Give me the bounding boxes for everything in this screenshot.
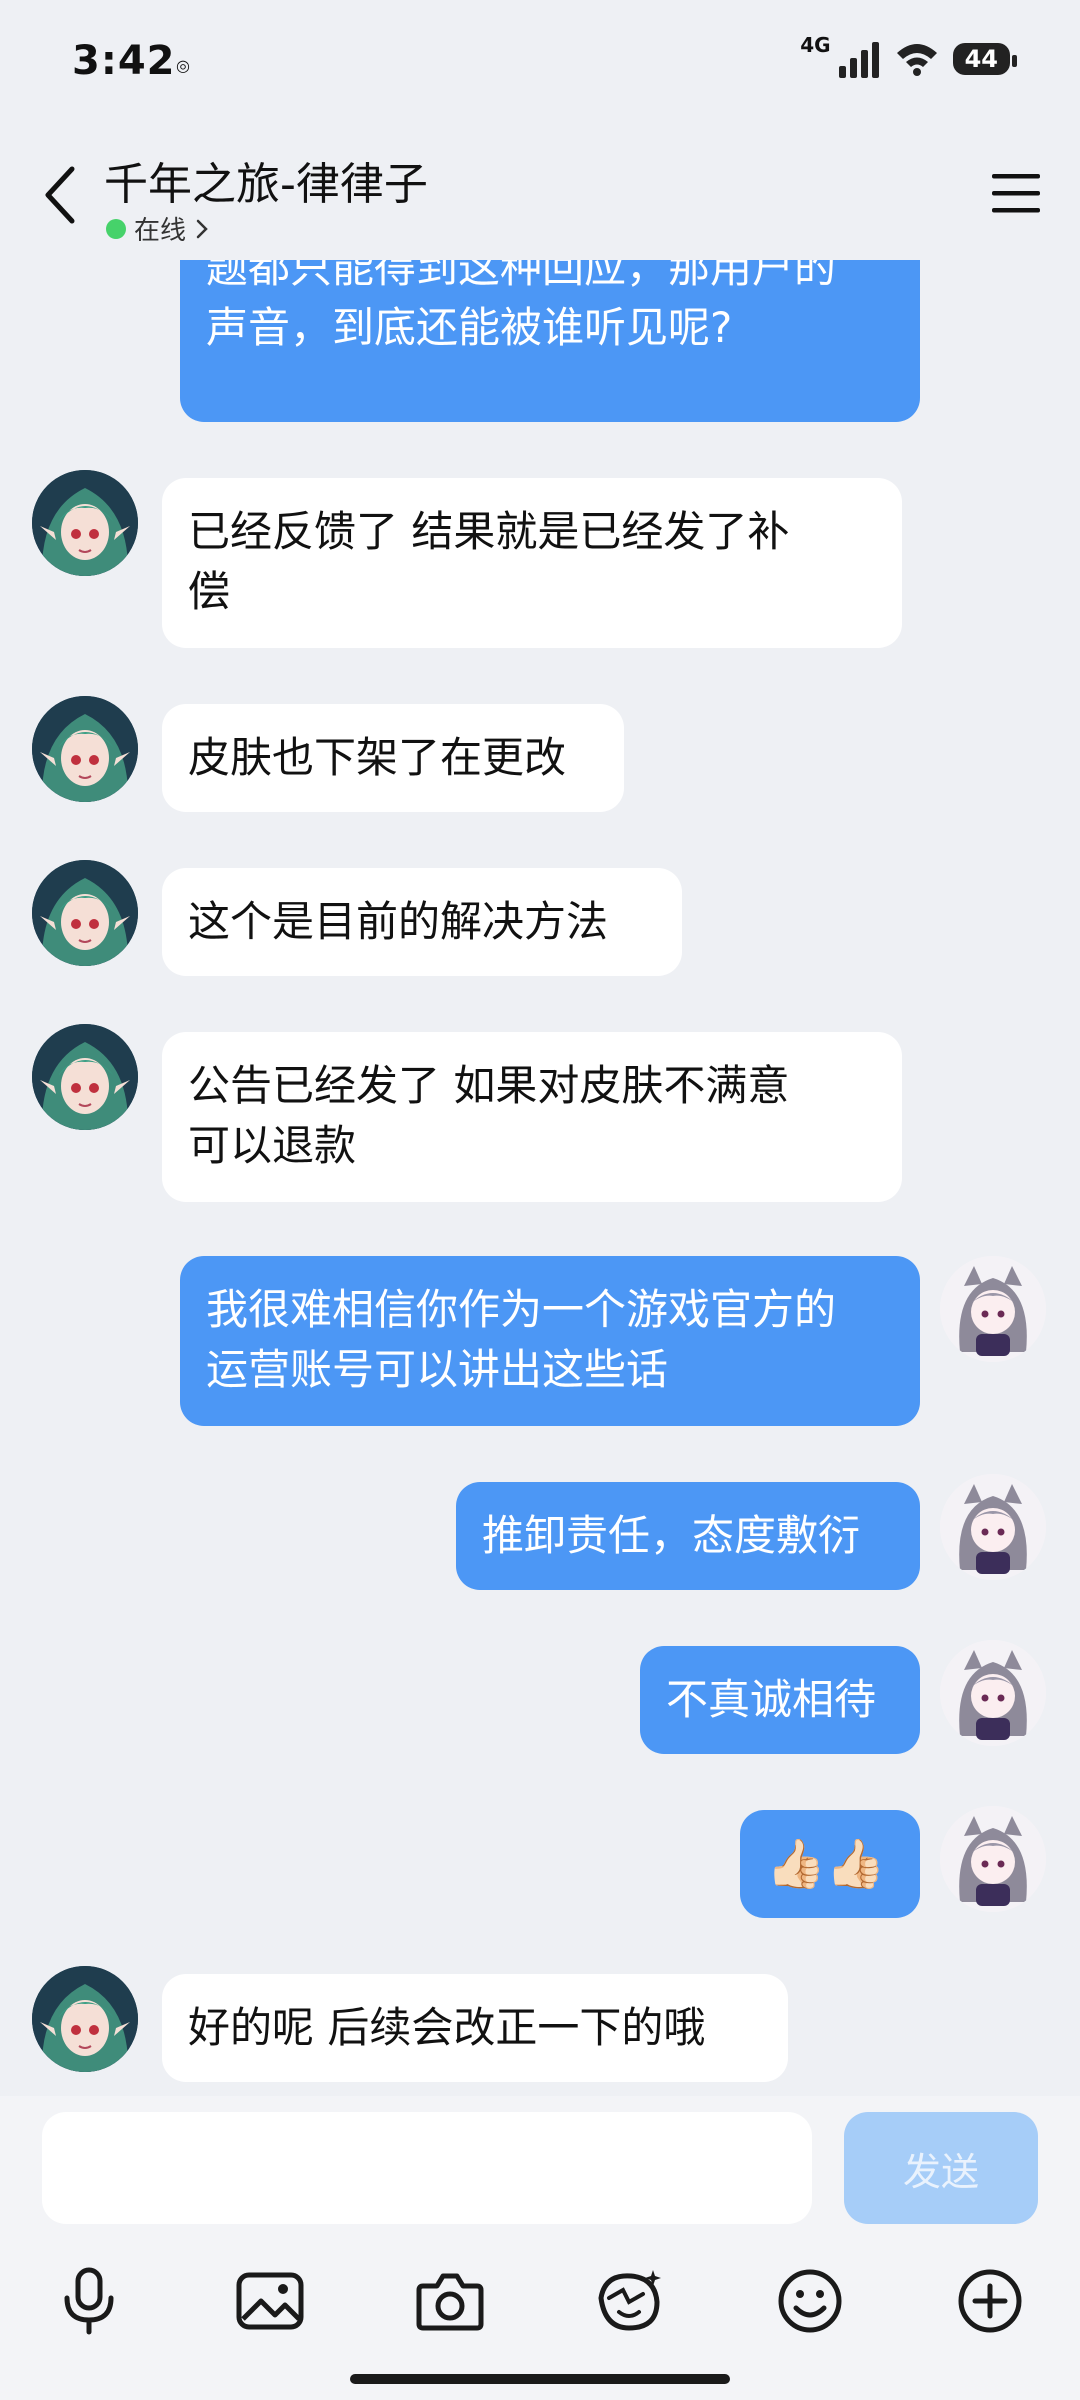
status-icons: 4G 44 bbox=[800, 33, 1018, 78]
composer: 发送 bbox=[0, 2096, 1080, 2400]
status-time: 3:42 bbox=[72, 38, 176, 84]
battery-icon: 44 bbox=[952, 43, 1018, 75]
composer-toolbar bbox=[0, 2256, 1080, 2356]
chevron-right-icon bbox=[196, 219, 208, 238]
message-line: 公告已经发了 如果对皮肤不满意 bbox=[188, 1061, 790, 1110]
avatar-agent[interactable] bbox=[32, 1024, 138, 1130]
message-line: 可以退款 bbox=[188, 1121, 357, 1170]
message-line: 运营账号可以讲出这些话 bbox=[206, 1345, 669, 1394]
microphone-icon bbox=[64, 2267, 114, 2335]
status-bar: 3:42 ◎ 4G 44 bbox=[0, 0, 1080, 130]
message-bubble-incoming[interactable]: 公告已经发了 如果对皮肤不满意 可以退款 bbox=[162, 1032, 902, 1202]
avatar-agent[interactable] bbox=[32, 860, 138, 966]
chevron-left-icon bbox=[45, 166, 75, 224]
message-bubble-incoming[interactable]: 好的呢 后续会改正一下的哦 bbox=[162, 1974, 788, 2082]
camera-icon bbox=[416, 2273, 484, 2331]
chat-header: 千年之旅-律律子 在线 bbox=[0, 130, 1080, 260]
back-button[interactable] bbox=[30, 160, 90, 230]
hamburger-menu-icon bbox=[992, 174, 1040, 213]
message-line: 推卸责任，态度敷衍 bbox=[482, 1511, 861, 1560]
avatar-self[interactable] bbox=[940, 1806, 1046, 1912]
camera-button[interactable] bbox=[405, 2256, 495, 2346]
emoji-icon bbox=[778, 2269, 842, 2333]
avatar-self[interactable] bbox=[940, 1256, 1046, 1362]
chat-title[interactable]: 千年之旅-律律子 bbox=[104, 148, 428, 212]
online-status[interactable]: 在线 bbox=[106, 210, 210, 247]
message-line: 已经反馈了 结果就是已经发了补 bbox=[188, 507, 790, 556]
sticker-icon bbox=[598, 2270, 661, 2331]
plus-icon bbox=[958, 2269, 1022, 2333]
emoji-button[interactable] bbox=[765, 2256, 855, 2346]
message-emoji: 👍🏻👍🏻 bbox=[766, 1836, 886, 1892]
image-button[interactable] bbox=[225, 2256, 315, 2346]
message-input[interactable] bbox=[42, 2112, 812, 2224]
message-line: 我很难相信你作为一个游戏官方的 bbox=[206, 1285, 837, 1334]
online-dot-icon bbox=[106, 218, 126, 239]
network-type: 4G bbox=[800, 33, 831, 57]
wifi-icon bbox=[896, 44, 937, 76]
message-bubble-outgoing[interactable]: 推卸责任，态度敷衍 bbox=[456, 1482, 920, 1590]
signal-icon bbox=[838, 42, 879, 78]
menu-button[interactable] bbox=[988, 168, 1044, 218]
message-line: 皮肤也下架了在更改 bbox=[188, 733, 567, 782]
message-bubble-outgoing[interactable]: 👍🏻👍🏻 bbox=[740, 1810, 920, 1918]
avatar-agent[interactable] bbox=[32, 1966, 138, 2072]
sticker-button[interactable] bbox=[585, 2256, 675, 2346]
avatar-agent[interactable] bbox=[32, 696, 138, 802]
online-status-label: 在线 bbox=[134, 216, 187, 246]
message-line: 声音，到底还能被谁听见呢? bbox=[206, 303, 733, 352]
avatar-self[interactable] bbox=[940, 1640, 1046, 1746]
message-line: 不真诚相待 bbox=[666, 1675, 877, 1724]
message-bubble-incoming[interactable]: 这个是目前的解决方法 bbox=[162, 868, 682, 976]
message-bubble-incoming[interactable]: 已经反馈了 结果就是已经发了补 偿 bbox=[162, 478, 902, 648]
home-indicator[interactable] bbox=[350, 2374, 730, 2384]
notification-icon: ◎ bbox=[176, 56, 190, 75]
chat-area[interactable]: 题都只能得到这种回应，那用户的 声音，到底还能被谁听见呢? 已经反馈了 结果就是… bbox=[0, 0, 1080, 2096]
message-line: 好的呢 后续会改正一下的哦 bbox=[188, 2003, 706, 2052]
voice-button[interactable] bbox=[44, 2256, 134, 2346]
message-line: 这个是目前的解决方法 bbox=[188, 897, 609, 946]
avatar-self[interactable] bbox=[940, 1474, 1046, 1580]
image-icon bbox=[236, 2272, 304, 2330]
message-line: 偿 bbox=[188, 567, 231, 616]
message-bubble-incoming[interactable]: 皮肤也下架了在更改 bbox=[162, 704, 624, 812]
message-bubble-outgoing[interactable]: 我很难相信你作为一个游戏官方的 运营账号可以讲出这些话 bbox=[180, 1256, 920, 1426]
send-button[interactable]: 发送 bbox=[844, 2112, 1038, 2224]
more-button[interactable] bbox=[945, 2256, 1035, 2346]
avatar-agent[interactable] bbox=[32, 470, 138, 576]
message-bubble-outgoing[interactable]: 不真诚相待 bbox=[640, 1646, 920, 1754]
